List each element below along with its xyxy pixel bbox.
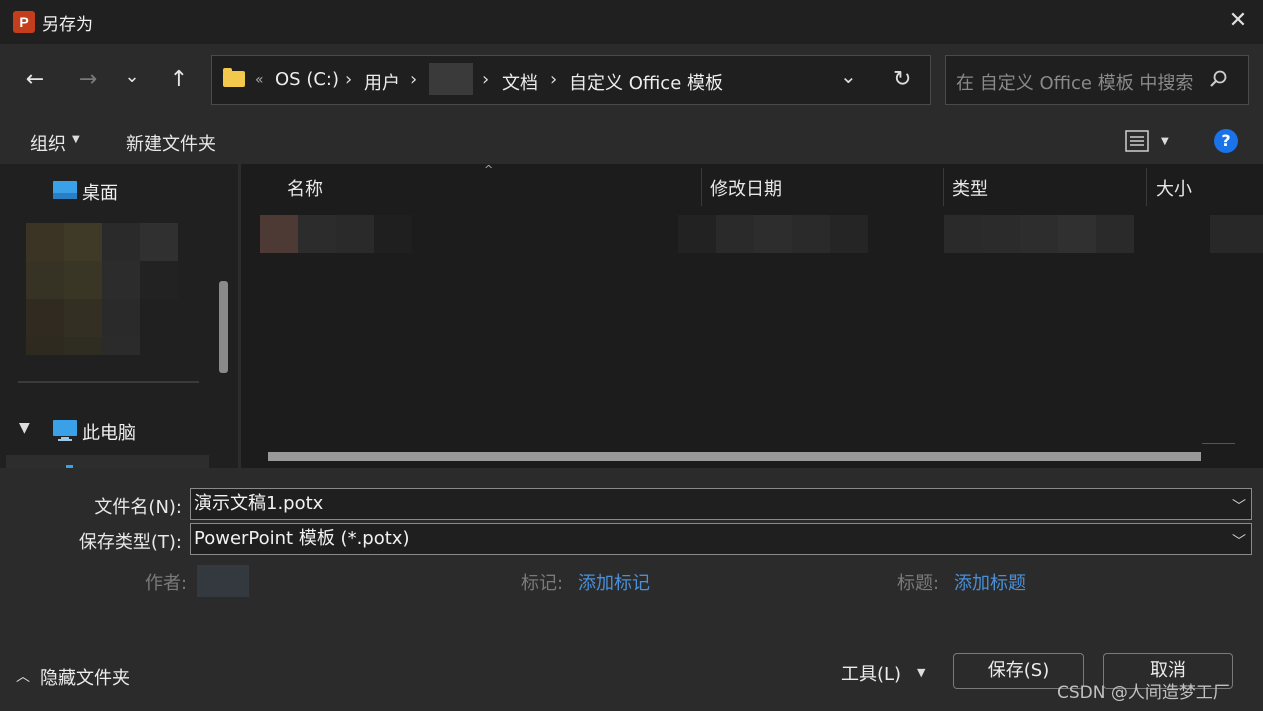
organize-menu-button[interactable]: 组织 xyxy=(30,130,66,156)
sidebar-item-desktop[interactable]: 桌面 xyxy=(82,179,118,205)
collapse-chevron-up-icon[interactable]: ︿ xyxy=(16,666,30,686)
help-icon[interactable]: ? xyxy=(1214,129,1238,153)
forward-arrow-icon[interactable]: → xyxy=(74,66,102,94)
window-title: 另存为 xyxy=(42,15,93,35)
title-label: 标题: xyxy=(897,573,940,594)
breadcrumb-current-folder[interactable]: 自定义 Office 模板 xyxy=(569,69,723,95)
sidebar-item-selected-partial[interactable] xyxy=(6,455,209,468)
folder-icon xyxy=(223,68,245,87)
add-title-link[interactable]: 添加标题 xyxy=(954,569,1026,595)
recent-locations-chevron-icon[interactable]: ⌄ xyxy=(118,63,146,91)
expand-chevron-icon[interactable]: ▼ xyxy=(19,420,30,436)
filename-dropdown-chevron-icon[interactable]: ﹀ xyxy=(1232,496,1246,516)
breadcrumb-username-redacted[interactable] xyxy=(429,63,473,95)
add-tags-link[interactable]: 添加标记 xyxy=(578,569,650,595)
back-arrow-icon[interactable]: ← xyxy=(21,66,49,94)
title-bar xyxy=(0,0,1263,44)
filename-label: 文件名(N): xyxy=(94,497,182,518)
column-header-name[interactable]: 名称 xyxy=(287,175,323,201)
this-pc-icon xyxy=(53,420,77,446)
author-label: 作者: xyxy=(145,573,188,594)
breadcrumb-overflow[interactable]: « xyxy=(255,72,264,88)
breadcrumb-separator[interactable]: › xyxy=(410,69,417,90)
view-dropdown-icon[interactable]: ▼ xyxy=(1161,136,1169,147)
sidebar-divider xyxy=(18,381,199,383)
breadcrumb-users[interactable]: 用户 xyxy=(364,69,400,95)
author-value-redacted[interactable] xyxy=(197,565,249,597)
refresh-icon[interactable]: ↻ xyxy=(893,67,911,92)
powerpoint-icon: P xyxy=(13,11,35,33)
organize-dropdown-icon[interactable]: ▼ xyxy=(72,134,80,145)
sidebar-redacted-items xyxy=(26,223,178,359)
column-separator[interactable] xyxy=(1146,168,1147,206)
column-separator[interactable] xyxy=(701,168,702,206)
close-icon[interactable]: ✕ xyxy=(1225,8,1251,34)
scrollbar-corner xyxy=(1202,443,1235,444)
watermark: CSDN @人间造梦工厂 xyxy=(1057,683,1230,703)
column-separator[interactable] xyxy=(943,168,944,206)
filetype-dropdown-chevron-icon[interactable]: ﹀ xyxy=(1232,531,1246,551)
hide-folders-button[interactable]: 隐藏文件夹 xyxy=(40,664,130,690)
up-arrow-icon[interactable]: ↑ xyxy=(165,66,193,94)
breadcrumb-separator[interactable]: › xyxy=(345,69,352,90)
tags-label: 标记: xyxy=(521,573,564,594)
search-placeholder: 在 自定义 Office 模板 中搜索 xyxy=(956,73,1194,94)
filetype-label: 保存类型(T): xyxy=(78,532,182,553)
breadcrumb-separator[interactable]: › xyxy=(482,69,489,90)
table-row-redacted[interactable] xyxy=(260,215,1263,257)
tools-dropdown-icon[interactable]: ▼ xyxy=(917,666,925,679)
column-header-modified[interactable]: 修改日期 xyxy=(710,175,782,201)
filetype-select[interactable]: PowerPoint 模板 (*.potx) xyxy=(190,523,1252,555)
breadcrumb-documents[interactable]: 文档 xyxy=(502,69,538,95)
breadcrumb-separator[interactable]: › xyxy=(550,69,557,90)
breadcrumb-drive[interactable]: OS (C:) xyxy=(275,69,339,90)
horizontal-scrollbar-thumb[interactable] xyxy=(268,452,1201,461)
search-icon[interactable] xyxy=(1208,69,1228,93)
column-header-size[interactable]: 大小 xyxy=(1156,175,1192,201)
sidebar-scrollbar-thumb[interactable] xyxy=(219,281,228,373)
file-list xyxy=(241,164,1263,468)
sort-ascending-icon: ^ xyxy=(484,163,494,176)
desktop-icon xyxy=(53,181,77,203)
view-options-icon[interactable] xyxy=(1125,129,1149,157)
sidebar-item-this-pc[interactable]: 此电脑 xyxy=(82,419,136,445)
column-header-type[interactable]: 类型 xyxy=(952,175,988,201)
new-folder-button[interactable]: 新建文件夹 xyxy=(126,130,216,156)
tools-menu-button[interactable]: 工具(L) xyxy=(841,660,901,686)
filename-input[interactable]: 演示文稿1.potx xyxy=(190,488,1252,520)
address-dropdown-chevron-icon[interactable]: ⌄ xyxy=(840,64,857,88)
